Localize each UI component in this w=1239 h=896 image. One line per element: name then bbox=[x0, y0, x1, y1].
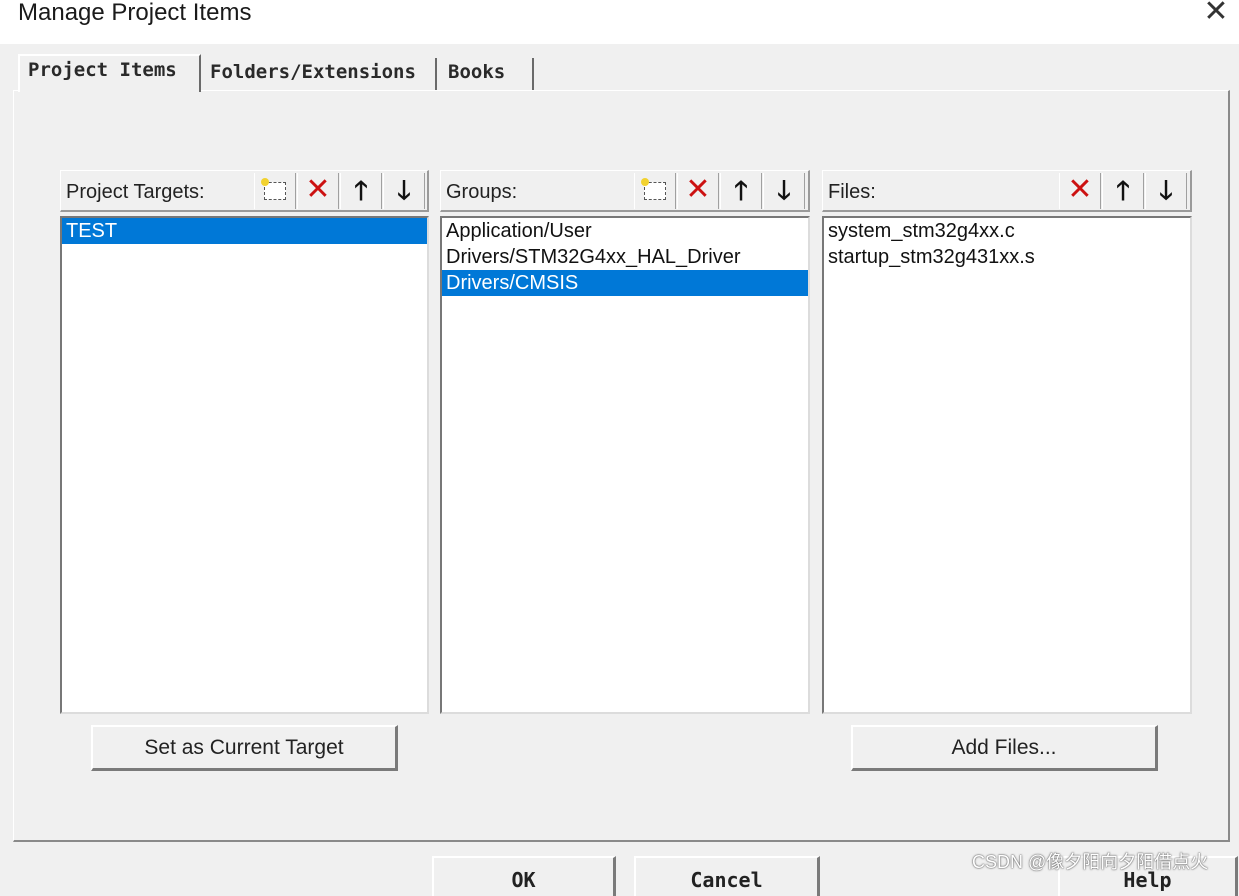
groups-list[interactable]: Application/User Drivers/STM32G4xx_HAL_D… bbox=[440, 216, 810, 714]
watermark: CSDN @像夕阳向夕阳借点火 bbox=[972, 852, 1209, 872]
cancel-label: Cancel bbox=[690, 868, 763, 892]
tab-books[interactable]: Books bbox=[440, 58, 534, 91]
move-group-down-button[interactable]: 🡓 bbox=[763, 173, 805, 209]
set-current-target-button[interactable]: Set as Current Target bbox=[91, 725, 398, 771]
targets-list[interactable]: TEST bbox=[60, 216, 429, 714]
move-down-arrow-icon: 🡓 bbox=[397, 175, 411, 205]
new-target-button[interactable] bbox=[254, 173, 296, 209]
tab-folders-extensions[interactable]: Folders/Extensions bbox=[202, 58, 437, 91]
files-header-label: Files: bbox=[828, 181, 876, 203]
add-files-button[interactable]: Add Files... bbox=[851, 725, 1158, 771]
move-down-arrow-icon: 🡓 bbox=[777, 175, 791, 205]
move-group-up-button[interactable]: 🡑 bbox=[720, 173, 762, 209]
list-item[interactable]: Application/User bbox=[442, 218, 808, 244]
delete-file-button[interactable]: ✕ bbox=[1059, 173, 1101, 209]
delete-group-button[interactable]: ✕ bbox=[677, 173, 719, 209]
tab-label: Project Items bbox=[28, 59, 177, 81]
window-title: Manage Project Items bbox=[18, 0, 252, 26]
move-up-arrow-icon: 🡑 bbox=[1116, 175, 1130, 205]
files-header: Files: ✕ 🡑 🡓 bbox=[822, 170, 1192, 212]
files-list[interactable]: system_stm32g4xx.c startup_stm32g431xx.s bbox=[822, 216, 1192, 714]
new-item-icon bbox=[261, 178, 286, 200]
list-item[interactable]: TEST bbox=[62, 218, 427, 244]
list-item[interactable]: Drivers/CMSIS bbox=[442, 270, 808, 296]
move-up-arrow-icon: 🡑 bbox=[734, 175, 748, 205]
move-up-arrow-icon: 🡑 bbox=[354, 175, 368, 205]
delete-x-icon: ✕ bbox=[1067, 173, 1093, 206]
groups-header-label: Groups: bbox=[446, 181, 518, 203]
list-item[interactable]: Drivers/STM32G4xx_HAL_Driver bbox=[442, 244, 808, 270]
title-bar: Manage Project Items ✕ bbox=[0, 0, 1239, 44]
move-target-up-button[interactable]: 🡑 bbox=[340, 173, 382, 209]
targets-header-label: Project Targets: bbox=[66, 181, 205, 203]
close-icon[interactable]: ✕ bbox=[1196, 0, 1236, 27]
cancel-button[interactable]: Cancel bbox=[634, 856, 820, 896]
move-file-up-button[interactable]: 🡑 bbox=[1102, 173, 1144, 209]
move-file-down-button[interactable]: 🡓 bbox=[1145, 173, 1187, 209]
list-item[interactable]: system_stm32g4xx.c bbox=[824, 218, 1190, 244]
delete-x-icon: ✕ bbox=[685, 173, 711, 206]
delete-x-icon: ✕ bbox=[305, 173, 331, 206]
ok-label: OK bbox=[511, 868, 536, 892]
tab-project-items[interactable]: Project Items bbox=[18, 54, 201, 92]
new-item-icon bbox=[641, 178, 666, 200]
new-group-button[interactable] bbox=[634, 173, 676, 209]
tab-label: Books bbox=[448, 61, 506, 83]
groups-header: Groups: ✕ 🡑 🡓 bbox=[440, 170, 810, 212]
tab-label: Folders/Extensions bbox=[210, 61, 416, 83]
delete-target-button[interactable]: ✕ bbox=[297, 173, 339, 209]
move-target-down-button[interactable]: 🡓 bbox=[383, 173, 425, 209]
move-down-arrow-icon: 🡓 bbox=[1159, 175, 1173, 205]
ok-button[interactable]: OK bbox=[432, 856, 616, 896]
list-item[interactable]: startup_stm32g431xx.s bbox=[824, 244, 1190, 270]
targets-header: Project Targets: ✕ 🡑 🡓 bbox=[60, 170, 429, 212]
